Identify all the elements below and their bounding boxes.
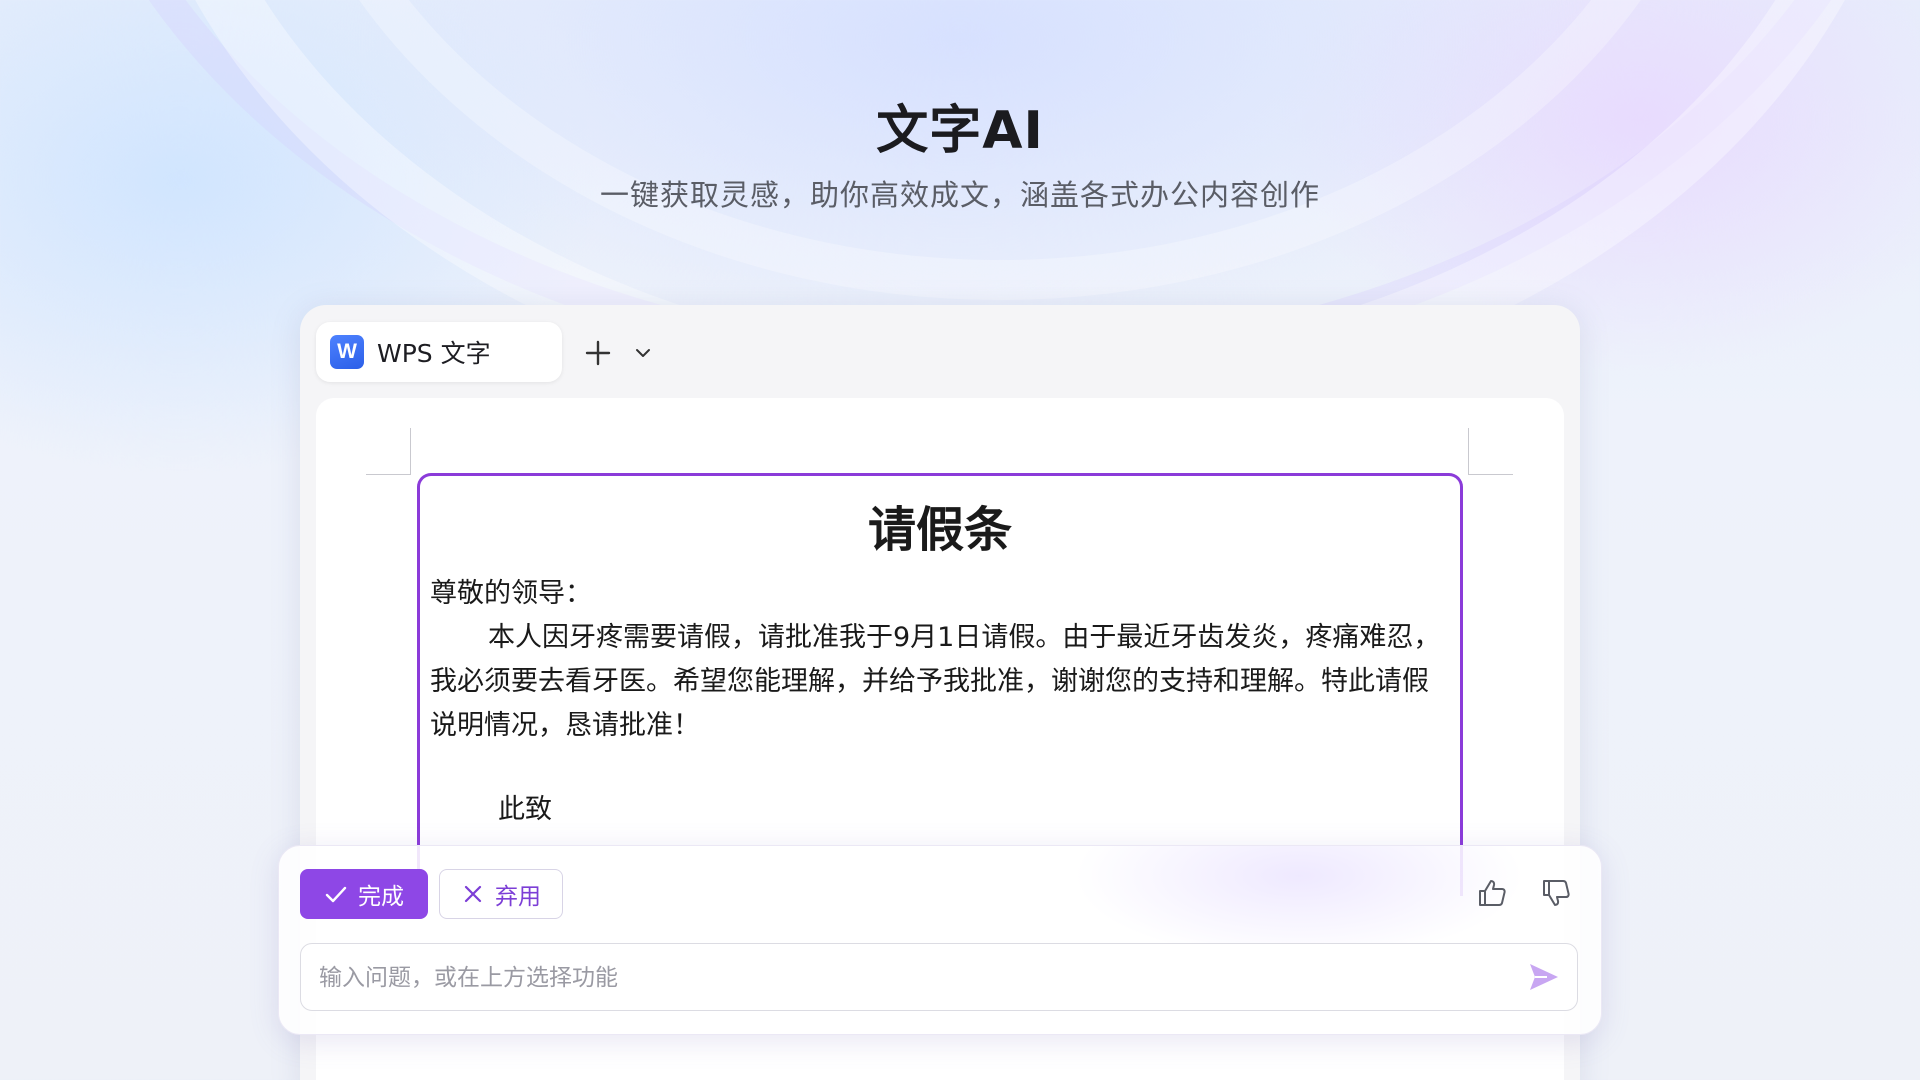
tab-wps-writer[interactable]: W WPS 文字 [316,322,562,382]
close-icon [464,885,482,903]
prompt-input-box[interactable] [300,943,1578,1012]
send-icon[interactable] [1527,960,1561,994]
thumbs-up-icon[interactable] [1475,876,1509,910]
prompt-input[interactable] [317,944,1501,1012]
discard-label: 弃用 [495,883,541,909]
done-label: 完成 [358,883,404,909]
done-button[interactable]: 完成 [300,869,428,919]
thumbs-down-icon[interactable] [1539,876,1573,910]
document-greeting: 尊敬的领导： [430,578,592,609]
document-closing: 此致 [498,794,552,825]
page-corner-mark [1468,428,1513,475]
hero-subtitle: 一键获取灵感，助你高效成文，涵盖各式办公内容创作 [599,178,1320,212]
wps-writer-icon: W [330,335,364,369]
check-icon [325,886,347,903]
plus-icon[interactable] [580,335,616,371]
chevron-down-icon[interactable] [631,341,655,365]
discard-button[interactable]: 弃用 [439,869,563,919]
ai-generated-content[interactable]: 请假条 尊敬的领导： 本人因牙疼需要请假，请批准我于9月1日请假。由于最近牙齿发… [417,473,1463,896]
ai-assistant-panel: 完成 弃用 [278,845,1602,1035]
page-corner-mark [366,428,411,475]
hero-title: 文字AI [876,101,1044,161]
document-body: 本人因牙疼需要请假，请批准我于9月1日请假。由于最近牙齿发炎，疼痛难忍，我必须要… [430,622,1441,741]
tab-label: WPS 文字 [377,339,491,368]
document-title: 请假条 [867,502,1012,558]
